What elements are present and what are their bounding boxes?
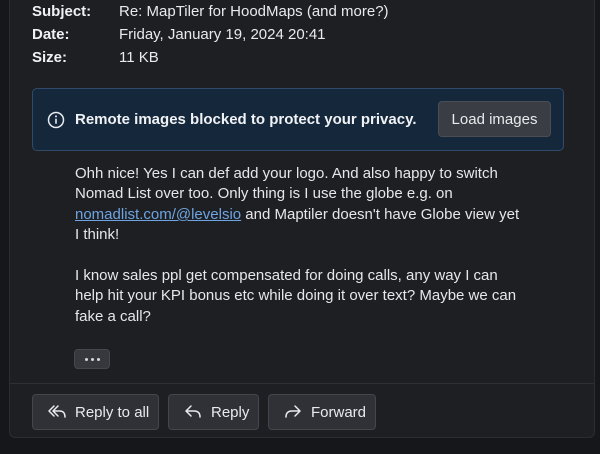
reply-all-button[interactable]: Reply to all xyxy=(32,394,159,430)
body-line: I think! xyxy=(75,226,120,243)
ellipsis-icon xyxy=(96,357,100,361)
forward-icon xyxy=(285,405,301,418)
notice-text: Remote images blocked to protect your pr… xyxy=(75,111,417,128)
reply-icon xyxy=(185,405,201,418)
load-images-button[interactable]: Load images xyxy=(438,101,551,137)
size-row: Size: 11 KB xyxy=(32,47,159,67)
size-value: 11 KB xyxy=(119,48,159,66)
ellipsis-icon xyxy=(84,357,88,361)
remote-images-notice: Remote images blocked to protect your pr… xyxy=(32,88,564,151)
reply-all-label: Reply to all xyxy=(75,403,150,421)
size-label: Size: xyxy=(32,48,68,66)
body-line-text: and Maptiler doesn't have Globe view yet xyxy=(241,206,520,223)
show-quoted-text-button[interactable] xyxy=(74,349,110,369)
body-line: help hit your KPI bonus etc while doing … xyxy=(75,287,517,304)
reply-label: Reply xyxy=(211,403,250,421)
subject-value: Re: MapTiler for HoodMaps (and more?) xyxy=(119,2,389,20)
date-row: Date: Friday, January 19, 2024 20:41 xyxy=(32,24,326,44)
reply-all-icon xyxy=(48,405,66,418)
body-line: Ohh nice! Yes I can def add your logo. A… xyxy=(75,165,498,182)
profile-link[interactable]: nomadlist.com/@levelsio xyxy=(75,206,241,223)
forward-label: Forward xyxy=(311,403,367,421)
date-label: Date: xyxy=(32,25,70,43)
reply-button[interactable]: Reply xyxy=(168,394,259,430)
body-line: nomadlist.com/@levelsio and Maptiler doe… xyxy=(75,205,519,225)
body-line: Nomad List over too. Only thing is I use… xyxy=(75,185,453,202)
info-icon xyxy=(47,111,65,129)
date-value: Friday, January 19, 2024 20:41 xyxy=(119,25,326,43)
body-line: fake a call? xyxy=(75,308,151,325)
subject-row: Subject: Re: MapTiler for HoodMaps (and … xyxy=(32,1,389,21)
body-line: I know sales ppl get compensated for doi… xyxy=(75,267,498,284)
forward-button[interactable]: Forward xyxy=(268,394,376,430)
subject-label: Subject: xyxy=(32,2,92,20)
ellipsis-icon xyxy=(90,357,94,361)
actions-divider xyxy=(10,383,594,384)
